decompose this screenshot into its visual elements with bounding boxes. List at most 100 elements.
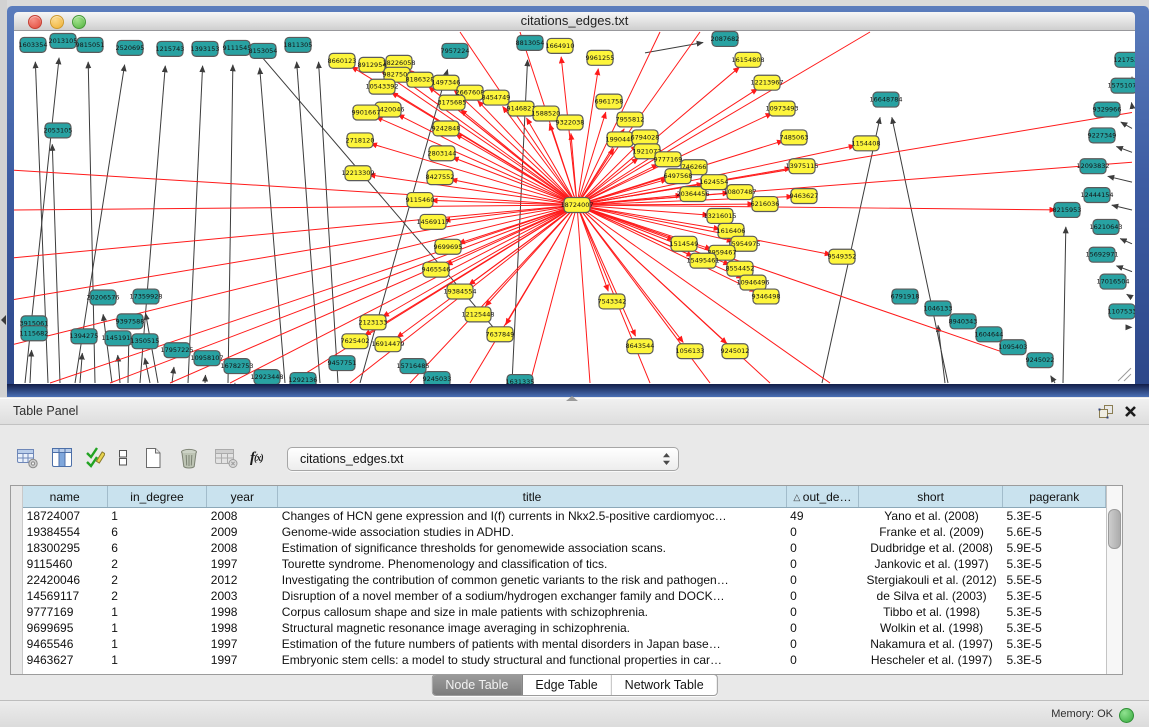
- scrollbar-thumb[interactable]: [1108, 509, 1121, 549]
- import-table-icon: [213, 446, 239, 470]
- table-row[interactable]: 1872400712008Changes of HCN gene express…: [23, 508, 1106, 525]
- table-row[interactable]: 969969511998Structural magnetic resonanc…: [23, 620, 1106, 636]
- tab-edge-table[interactable]: Edge Table: [522, 675, 611, 695]
- graph-node-label: 9245033: [423, 375, 452, 383]
- network-canvas[interactable]: 8660123891295418226058982750981863281054…: [14, 31, 1135, 384]
- table-row[interactable]: 1938455462009Genome-wide association stu…: [23, 524, 1106, 540]
- select-stepper-icon: [662, 452, 671, 466]
- graph-node-label: 1215743: [156, 45, 185, 53]
- column-header-out_degree[interactable]: △ out_de…: [786, 486, 859, 508]
- table-row[interactable]: 2242004622012Investigating the contribut…: [23, 572, 1106, 588]
- graph-node-label: 2013105: [49, 37, 78, 45]
- column-header-pagerank[interactable]: pagerank: [1002, 486, 1106, 508]
- graph-node-label: 1394275: [70, 332, 99, 340]
- minimize-window-icon[interactable]: [50, 15, 64, 29]
- close-panel-icon[interactable]: [1124, 405, 1137, 418]
- graph-node-label: 16210643: [1089, 223, 1122, 231]
- graph-node-label: 2803144: [428, 149, 457, 157]
- graph-node-label: 8186328: [406, 76, 435, 84]
- create-column-icon[interactable]: [141, 445, 165, 471]
- graph-node-label: 1107533: [1108, 307, 1135, 315]
- graph-node-label: 9457751: [328, 359, 357, 367]
- close-window-icon[interactable]: [28, 15, 42, 29]
- citation-network-graph[interactable]: 8660123891295418226058982750981863281054…: [14, 31, 1135, 384]
- graph-node-label: 2123133: [359, 318, 388, 326]
- float-panel-icon[interactable]: [1098, 404, 1114, 419]
- canvas-resize-grip[interactable]: [1118, 368, 1131, 381]
- column-header-title[interactable]: title: [278, 486, 786, 508]
- graph-node-label: 13216015: [703, 212, 736, 220]
- graph-node-label: 1624554: [700, 178, 729, 186]
- graph-node-label: 2087682: [711, 35, 740, 43]
- table-row[interactable]: 1830029562008Estimation of significance …: [23, 540, 1106, 556]
- graph-node-label: 7625402: [341, 337, 370, 345]
- network-window-titlebar[interactable]: citations_edges.txt: [14, 12, 1135, 31]
- attribute-table: namein_degreeyeartitle△ out_de…shortpage…: [23, 486, 1107, 668]
- left-splitter-gutter: [0, 0, 7, 397]
- graph-node-label: 15716485: [396, 362, 429, 370]
- graph-node-label: 1046133: [924, 304, 953, 312]
- graph-node-label: 13975115: [785, 162, 818, 170]
- window-bottom-border: [7, 384, 1149, 397]
- row-gutter: [11, 486, 23, 674]
- column-header-in_degree[interactable]: in_degree: [107, 486, 207, 508]
- graph-node-label: 11451914: [101, 334, 134, 342]
- show-text-columns-icon[interactable]: [50, 446, 74, 470]
- graph-node-label: 1154408: [852, 139, 881, 147]
- table-options-icon[interactable]: [15, 446, 39, 470]
- graph-node-label: 10543392: [365, 83, 398, 91]
- column-header-year[interactable]: year: [207, 486, 278, 508]
- graph-node-label: 16154808: [731, 56, 764, 64]
- row-height-icon[interactable]: [116, 446, 130, 470]
- zoom-window-icon[interactable]: [72, 15, 86, 29]
- graph-node-label: 16914479: [371, 340, 404, 348]
- function-builder-icon[interactable]: f(x): [250, 450, 263, 467]
- splitter-collapse-icon[interactable]: [1, 315, 6, 325]
- column-header-short[interactable]: short: [859, 486, 1003, 508]
- status-bar: Memory: OK: [0, 700, 1149, 727]
- graph-node-label: 9901667: [352, 109, 381, 117]
- table-row[interactable]: 946554611997Estimation of the future num…: [23, 636, 1106, 652]
- table-tabs: Node Table Edge Table Network Table: [431, 674, 717, 696]
- graph-node-label: 12213967: [750, 79, 783, 87]
- graph-node-label: 9777169: [654, 155, 683, 163]
- table-row[interactable]: 946362711997Embryonic stem cells: a mode…: [23, 652, 1106, 668]
- graph-node-label: 8215953: [1053, 206, 1082, 214]
- tab-network-table[interactable]: Network Table: [612, 675, 717, 695]
- graph-node-label: 12923448: [250, 373, 283, 381]
- graph-node-label: 6216036: [751, 200, 780, 208]
- graph-node-label: 17359928: [129, 293, 162, 301]
- column-header-name[interactable]: name: [23, 486, 108, 508]
- table-panel: Table Panel: [0, 397, 1149, 727]
- graph-node-label: 9329966: [1093, 106, 1122, 114]
- graph-node-label: 8454749: [482, 94, 511, 102]
- graph-node-label: 8643544: [626, 342, 655, 350]
- graph-node-label: 9815051: [76, 41, 105, 49]
- graph-node-label: 2053105: [44, 126, 73, 134]
- graph-node-label: 12093832: [1076, 162, 1109, 170]
- edit-columns-icon[interactable]: [85, 446, 105, 470]
- table-source-select[interactable]: citations_edges.txt: [287, 447, 679, 471]
- graph-node-label: 6497568: [664, 172, 693, 180]
- table-row[interactable]: 1456911722003Disruption of a novel membe…: [23, 588, 1106, 604]
- graph-node-label: 1217534: [1114, 56, 1135, 64]
- graph-node-label: 1056133: [676, 347, 705, 355]
- panel-resize-handle[interactable]: [566, 396, 578, 401]
- graph-node-label: 3175685: [438, 99, 467, 107]
- table-row[interactable]: 911546021997Tourette syndrome. Phenomeno…: [23, 556, 1106, 572]
- graph-node-label: 10973493: [765, 105, 798, 113]
- graph-node-label: 10946496: [736, 279, 769, 287]
- table-scrollbar[interactable]: [1106, 486, 1122, 674]
- delete-columns-icon[interactable]: [176, 445, 202, 471]
- cytoscape-screen: citations_edges.txt 86601238912954182260…: [0, 0, 1149, 727]
- graph-node-label: 7637849: [486, 330, 515, 338]
- graph-node-label: 1497346: [432, 79, 461, 87]
- tab-node-table[interactable]: Node Table: [432, 675, 522, 695]
- table-row[interactable]: 977716911998Corpus callosum shape and si…: [23, 604, 1106, 620]
- graph-node-label: 2520695: [116, 44, 145, 52]
- graph-node-label: 12444154: [1080, 191, 1113, 199]
- memory-status-icon[interactable]: [1119, 708, 1134, 723]
- graph-node-label: 1115682: [20, 329, 49, 337]
- graph-node-label: 8940343: [949, 317, 978, 325]
- graph-node-label: 9346498: [752, 293, 781, 301]
